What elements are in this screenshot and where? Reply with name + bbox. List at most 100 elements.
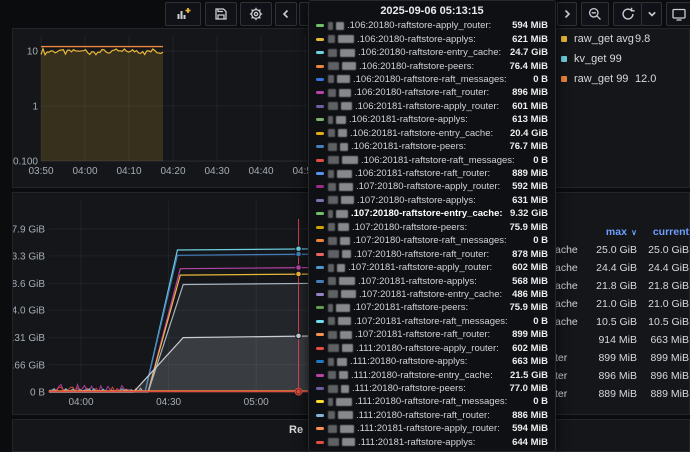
redacted-ip-block xyxy=(340,143,348,151)
series-value: 613 MiB xyxy=(506,114,548,125)
series-value: 568 MiB xyxy=(506,276,548,287)
save-button[interactable] xyxy=(205,2,237,26)
max-value: 25.0 GiB xyxy=(581,244,637,256)
redacted-ip-block xyxy=(336,398,352,406)
redacted-ip-block xyxy=(328,344,339,352)
column-header-current[interactable]: current xyxy=(639,226,689,238)
series-color-marker xyxy=(316,132,324,135)
series-color-marker xyxy=(316,239,324,242)
redacted-ip-block xyxy=(328,143,337,151)
tooltip-row: .106:20181-raftstore-raft_messages:0 B xyxy=(309,153,555,166)
series-label-fragment: ache xyxy=(555,280,581,292)
legend-item[interactable]: raw_get avg9.8 xyxy=(561,29,689,49)
time-forward-button[interactable] xyxy=(557,2,577,26)
series-label: .107:20180-raftstore-raft_router: xyxy=(354,249,489,260)
series-value: 0 B xyxy=(527,396,548,407)
max-value: 10.5 GiB xyxy=(581,316,637,328)
svg-text:04:30: 04:30 xyxy=(156,397,181,408)
legend-label: raw_get avg xyxy=(574,33,634,45)
series-label: .106:20180-raftstore-apply_router: xyxy=(347,20,491,31)
legend-item[interactable]: raw_get 9912.0 xyxy=(561,69,689,89)
series-value: 889 MiB xyxy=(506,168,548,179)
time-back-button[interactable] xyxy=(275,2,297,26)
latency-legend: raw_get avg9.8kv_get 99raw_get 9912.0 xyxy=(561,29,689,89)
settings-button[interactable] xyxy=(240,2,272,26)
tooltip-row: .107:20181-raftstore-raft_router:899 MiB xyxy=(309,328,555,341)
series-label: .107:20181-raftstore-apply_router: xyxy=(348,262,492,273)
redacted-ip-block xyxy=(338,129,347,137)
redacted-ip-block xyxy=(328,304,333,312)
tooltip-row: .106:20180-raftstore-entry_cache:24.7 Gi… xyxy=(309,46,555,59)
svg-text:9.31 GiB: 9.31 GiB xyxy=(13,333,45,344)
series-value: 878 MiB xyxy=(506,249,548,260)
redacted-ip-block xyxy=(337,358,347,366)
redacted-ip-block xyxy=(328,129,335,137)
series-label: .107:20181-raftstore-raft_router: xyxy=(355,329,490,340)
series-value: 76.7 MiB xyxy=(503,141,548,152)
series-label-fragment: ter xyxy=(555,352,581,364)
series-color-marker xyxy=(316,199,324,202)
legend-value: 9.8 xyxy=(635,33,650,45)
tooltip-row: .107:20180-raftstore-raft_messages:0 B xyxy=(309,234,555,247)
series-value: 621 MiB xyxy=(506,34,548,45)
series-value: 75.9 MiB xyxy=(503,222,548,233)
series-label: .111:20180-raftstore-raft_messages: xyxy=(355,396,507,407)
refresh-interval-button[interactable] xyxy=(641,2,662,26)
series-color-marker xyxy=(316,105,324,108)
column-header-max[interactable]: max ∨ xyxy=(581,226,637,238)
redacted-ip-block xyxy=(328,210,333,218)
series-value: 76.4 MiB xyxy=(503,61,548,72)
max-value: 899 MiB xyxy=(581,352,637,364)
series-color-marker xyxy=(316,360,324,363)
legend-item[interactable]: kv_get 99 xyxy=(561,49,689,69)
series-color-marker xyxy=(316,387,324,390)
tooltip-timestamp: 2025-09-06 05:13:15 xyxy=(309,3,555,19)
series-label: .107:20180-raftstore-entry_cache: xyxy=(351,208,503,219)
redacted-ip-block xyxy=(339,89,351,97)
zoom-out-button[interactable] xyxy=(581,2,609,26)
kiosk-mode-button[interactable] xyxy=(666,2,690,26)
chevron-down-icon xyxy=(644,6,660,22)
tooltip-row: .106:20180-raftstore-raft_messages:0 B xyxy=(309,73,555,86)
series-color-marker xyxy=(316,145,324,148)
svg-text:18.6 GiB: 18.6 GiB xyxy=(13,279,45,290)
series-value: 592 MiB xyxy=(506,181,548,192)
tooltip-row: .107:20180-raftstore-applys:631 MiB xyxy=(309,194,555,207)
series-label: .111:20181-raftstore-apply_router: xyxy=(357,423,500,434)
redacted-ip-block xyxy=(338,317,351,325)
series-label: .106:20181-raftstore-raft_router: xyxy=(355,168,490,179)
redacted-ip-block xyxy=(336,116,346,124)
tooltip-row: .106:20180-raftstore-apply_router:594 Mi… xyxy=(309,19,555,32)
legend-table-row: ache10.5 GiB10.5 GiB xyxy=(555,313,689,331)
refresh-button[interactable] xyxy=(613,2,642,26)
tooltip-row: .106:20181-raftstore-peers:76.7 MiB xyxy=(309,140,555,153)
redacted-ip-block xyxy=(341,290,356,298)
redacted-ip-block xyxy=(339,277,355,285)
redacted-ip-block xyxy=(342,62,356,70)
series-label-fragment: ter xyxy=(555,370,581,382)
series-color-marker xyxy=(316,280,324,283)
redacted-ip-block xyxy=(328,385,338,393)
add-panel-button[interactable] xyxy=(165,2,201,26)
refresh-icon xyxy=(620,6,636,22)
series-value: 886 MiB xyxy=(506,410,548,421)
series-label-fragment: ache xyxy=(555,298,581,310)
tooltip-row: .107:20180-raftstore-entry_cache:9.32 Gi… xyxy=(309,207,555,220)
redacted-ip-block xyxy=(328,183,336,191)
chart-tooltip: 2025-09-06 05:13:15 .106:20180-raftstore… xyxy=(308,0,556,452)
legend-table-row: ache21.8 GiB21.8 GiB xyxy=(555,277,689,295)
series-value: 0 B xyxy=(527,74,548,85)
tooltip-row: .107:20181-raftstore-raft_messages:0 B xyxy=(309,315,555,328)
series-label: .106:20181-raftstore-entry_cache: xyxy=(350,128,493,139)
series-color-marker xyxy=(316,159,324,162)
monitor-icon xyxy=(671,6,687,22)
series-color-marker xyxy=(316,185,324,188)
series-color-marker xyxy=(316,441,324,444)
max-value: 914 MiB xyxy=(581,334,637,346)
tooltip-row: .106:20181-raftstore-entry_cache:20.4 Gi… xyxy=(309,127,555,140)
tooltip-row: .111:20181-raftstore-applys:644 MiB xyxy=(309,436,555,449)
current-value: 10.5 GiB xyxy=(639,316,689,328)
svg-text:04:00: 04:00 xyxy=(72,166,97,177)
series-value: 644 MiB xyxy=(506,437,548,448)
redacted-ip-block xyxy=(328,237,337,245)
